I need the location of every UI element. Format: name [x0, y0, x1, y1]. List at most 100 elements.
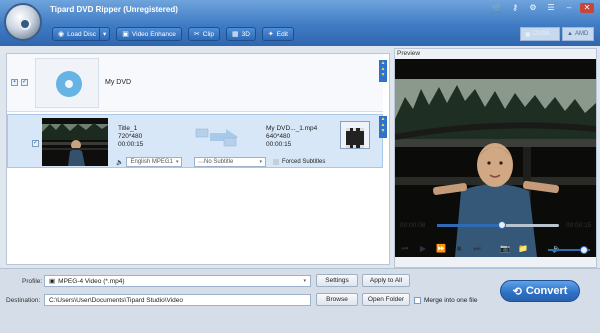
title-checkbox[interactable]: ✓ [32, 140, 39, 147]
toolbar: ◉ Load Disc ▾ ▣ Video Enhance ✂ Clip ▦ 3… [52, 27, 294, 41]
previous-frame-icon[interactable]: ⏮ [400, 244, 410, 254]
title-row-reorder-handle[interactable]: ▲ ▲ ▼ [379, 116, 387, 138]
audio-track-value: English MPEG1 [130, 159, 173, 165]
open-folder-button[interactable]: Open Folder [362, 293, 410, 306]
play-icon[interactable]: ▶ [418, 244, 428, 254]
key-icon[interactable]: ⚷ [508, 3, 522, 13]
dvd-disc-icon [56, 71, 82, 97]
profile-select[interactable]: ▣ MPEG-4 Video (*.mp4) ▾ [44, 275, 311, 287]
subtitle-selector-row: ⋯ No Subtitle ▾ Forced Subtitles [194, 157, 325, 167]
dvd-thumbnail [35, 58, 99, 108]
disc-icon: ◉ [58, 31, 65, 38]
cuda-label: CUDA [532, 31, 550, 37]
subtitle-select[interactable]: ⋯ No Subtitle ▾ [194, 157, 266, 167]
total-time: 00:00:15 [566, 222, 592, 229]
3d-button[interactable]: ▦ 3D [225, 27, 256, 41]
profile-value: MPEG-4 Video (*.mp4) [58, 277, 125, 285]
speaker-icon: 🔈 [116, 159, 124, 166]
video-profile-icon: ▣ [49, 278, 56, 285]
cuda-badge: ▣ CUDA [520, 27, 560, 41]
snapshot-camera-icon[interactable]: 📷 [500, 244, 510, 254]
dvd-name: My DVD [105, 79, 132, 86]
source-resolution: 720*480 [118, 133, 143, 140]
edit-button[interactable]: ✦ Edit [261, 27, 294, 41]
load-disc-label: Load Disc [67, 30, 97, 38]
source-title: Title_1 [118, 125, 138, 132]
preview-label: Preview [397, 50, 421, 57]
destination-input[interactable]: C:\Users\User\Documents\Tipard Studio\Vi… [44, 294, 311, 306]
title-row[interactable]: ✓ Title_1 720*480 00:00:15 My DVD..._1.m… [7, 114, 383, 168]
convert-icon: ⟲ [512, 285, 522, 298]
browse-button[interactable]: Browse [316, 293, 358, 306]
clip-label: Clip [202, 30, 214, 38]
profile-label: Profile: [22, 278, 43, 285]
forced-subtitles-label: Forced Subtitles [282, 159, 326, 165]
video-thumbnail[interactable] [42, 118, 108, 166]
audio-track-select[interactable]: English MPEG1 ▾ [126, 157, 183, 167]
3d-icon: ▦ [231, 31, 239, 38]
app-logo-icon [4, 3, 42, 41]
minimize-icon[interactable]: – [562, 3, 576, 13]
dvd-checkbox[interactable]: ✓ [21, 79, 28, 86]
progress-knob[interactable] [497, 221, 506, 229]
amd-badge: ▲ AMD [562, 27, 594, 41]
forced-subtitles-checkbox[interactable] [273, 159, 279, 165]
edit-icon: ✦ [267, 31, 274, 38]
merge-checkbox[interactable] [414, 297, 421, 304]
chevron-down-icon: ▾ [175, 159, 179, 165]
settings-icon[interactable]: ⚙ [526, 3, 540, 13]
scissors-icon: ✂ [193, 31, 200, 38]
title-bar: Tipard DVD Ripper (Unregistered) 🛒 ⚷ ⚙ ☰… [0, 0, 600, 46]
stop-icon[interactable]: ■ [454, 244, 464, 254]
progress-fill [437, 224, 502, 227]
conversion-arrow [194, 127, 244, 147]
merge-label: Merge into one file [424, 297, 478, 304]
chevron-down-icon: ▾ [259, 159, 262, 165]
video-enhance-button[interactable]: ▣ Video Enhance [116, 27, 182, 41]
apply-to-all-button[interactable]: Apply to All [362, 274, 410, 287]
destination-label: Destination: [6, 297, 41, 304]
window-title: Tipard DVD Ripper (Unregistered) [50, 5, 178, 14]
nvidia-icon: ▣ [525, 31, 531, 38]
video-enhance-label: Video Enhance [131, 30, 176, 38]
output-duration: 00:00:15 [266, 141, 292, 148]
cart-icon[interactable]: 🛒 [490, 3, 504, 13]
source-info: Title_1 720*480 00:00:15 [118, 125, 143, 149]
enhance-icon: ▣ [122, 31, 129, 38]
next-frame-icon[interactable]: ⏭ [472, 244, 482, 254]
chevron-down-icon: ▾ [303, 278, 306, 284]
arrow-right-icon [195, 128, 238, 147]
menu-icon[interactable]: ☰ [544, 3, 558, 13]
video-thumbnail-image [42, 118, 108, 166]
convert-label: Convert [525, 285, 568, 297]
file-list: ▪ ✓ My DVD ▲ ▲ ▼ ✓ Title_1 720*480 00:00:1… [6, 53, 390, 265]
current-time: 00:00:08 [400, 222, 426, 229]
playback-progress[interactable] [437, 221, 559, 229]
dvd-expand-checkbox[interactable]: ▪ [11, 79, 18, 86]
fast-forward-icon[interactable]: ⏩ [436, 244, 446, 254]
3d-label: 3D [241, 30, 250, 38]
volume-knob[interactable] [579, 246, 588, 254]
convert-button[interactable]: ⟲ Convert [500, 280, 580, 302]
subtitle-value: No Subtitle [204, 159, 234, 165]
output-info: My DVD..._1.mp4 640*480 00:00:15 [266, 125, 317, 149]
settings-button[interactable]: Settings [316, 274, 358, 287]
window-controls: 🛒 ⚷ ⚙ ☰ – ✕ [490, 3, 594, 13]
close-icon[interactable]: ✕ [580, 3, 594, 13]
load-disc-button[interactable]: ◉ Load Disc ▾ [52, 27, 111, 41]
audio-selector-row: 🔈 English MPEG1 ▾ [116, 157, 183, 167]
output-resolution: 640*480 [266, 133, 291, 140]
folder-icon[interactable]: 📁 [518, 244, 528, 254]
destination-value: C:\Users\User\Documents\Tipard Studio\Vi… [49, 296, 184, 304]
clip-button[interactable]: ✂ Clip [187, 27, 220, 41]
edit-label: Edit [276, 30, 288, 38]
preview-panel: Preview [394, 48, 597, 268]
dvd-row-reorder-handle[interactable]: ▲ ▲ ▼ [379, 60, 387, 82]
output-format-icon[interactable] [340, 121, 370, 149]
amd-icon: ▲ [567, 31, 573, 37]
dvd-row[interactable]: ▪ ✓ My DVD [7, 54, 383, 112]
chevron-down-icon[interactable]: ▾ [99, 28, 109, 40]
source-duration: 00:00:15 [118, 141, 144, 148]
merge-option[interactable]: Merge into one file [414, 297, 477, 304]
playback-controls: ⏮ ▶ ⏩ ■ ⏭ 📷 📁 🔈 [400, 244, 562, 254]
